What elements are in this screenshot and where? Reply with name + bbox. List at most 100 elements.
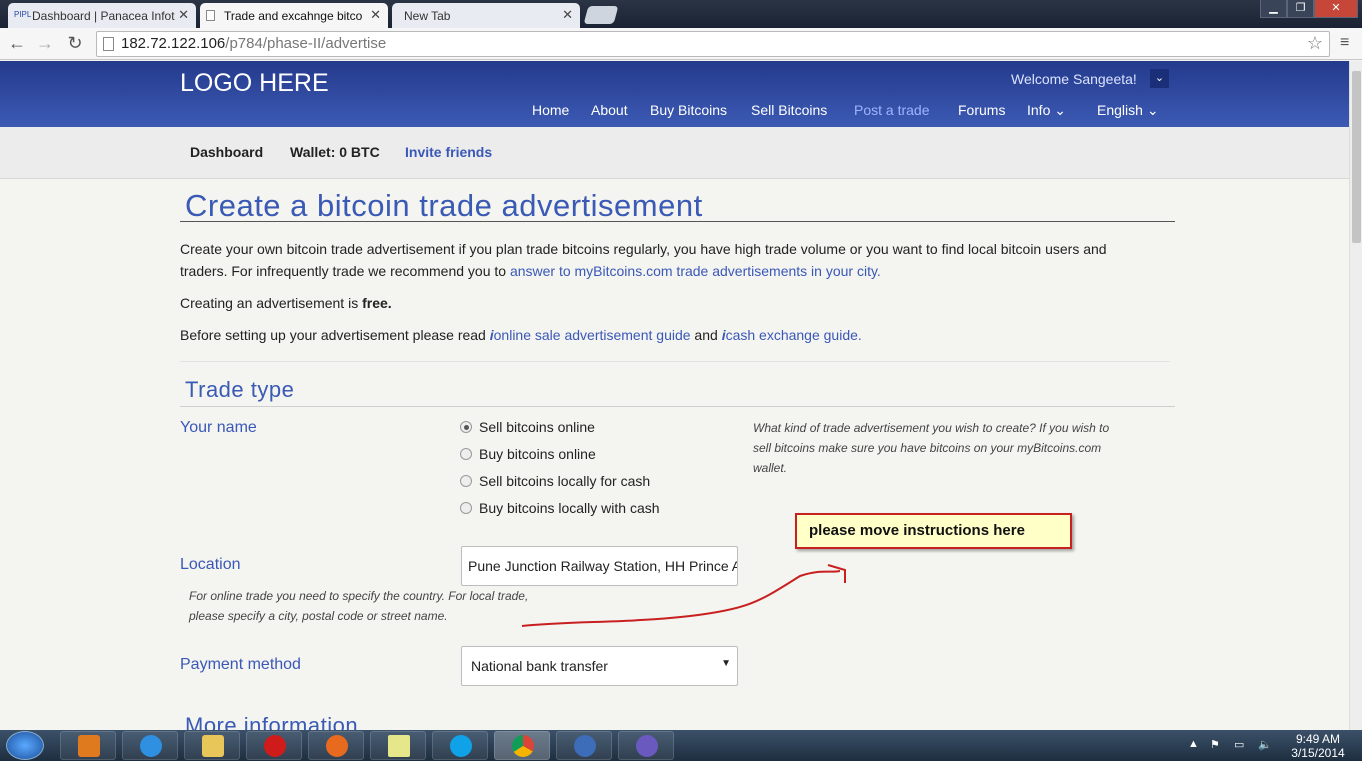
minimize-button[interactable]: ▁ — [1260, 0, 1287, 18]
scrollbar-thumb[interactable] — [1352, 71, 1361, 243]
welcome-text: Welcome Sangeeta! — [1011, 71, 1137, 87]
nav-info[interactable]: Info ⌄ — [1027, 102, 1066, 119]
sub-navigation: Dashboard Wallet: 0 BTC Invite friends — [0, 127, 1349, 179]
close-window-button[interactable]: ✕ — [1314, 0, 1358, 18]
clock-time: 9:49 AM — [1295, 732, 1341, 746]
your-name-label: Your name — [180, 419, 257, 436]
tab-dashboard[interactable]: PIPL Dashboard | Panacea Infot ✕ — [8, 3, 196, 28]
free-paragraph: Creating an advertisement is free. — [180, 292, 1180, 314]
skype-button[interactable] — [432, 731, 488, 760]
help-line: wallet. — [753, 461, 788, 475]
radio-button[interactable] — [460, 475, 472, 487]
menu-icon[interactable]: ≡ — [1340, 34, 1349, 52]
intro-paragraph: Create your own bitcoin trade advertisem… — [180, 238, 1180, 282]
site-logo[interactable]: LOGO HERE — [180, 69, 329, 98]
answer-ads-link[interactable]: answer to myBitcoins.com trade advertise… — [510, 263, 881, 279]
nav-post-a-trade[interactable]: Post a trade — [854, 102, 930, 118]
nav-buy-bitcoins[interactable]: Buy Bitcoins — [650, 102, 727, 118]
volume-icon[interactable]: 🔈 — [1258, 738, 1272, 751]
arrow-stroke — [521, 570, 841, 627]
tab-label: Dashboard | Panacea Infot — [32, 9, 175, 23]
pipl-favicon-icon: PIPL — [14, 10, 32, 19]
subnav-wallet[interactable]: Wallet: 0 BTC — [290, 144, 380, 160]
folder-icon — [202, 735, 224, 757]
trade-type-help: What kind of trade advertisement you wis… — [753, 418, 1153, 478]
chevron-down-icon: ⌄ — [1054, 102, 1066, 118]
instruction-note: please move instructions here — [795, 513, 1072, 549]
page-viewport: LOGO HERE Welcome Sangeeta! ⌄ Home About… — [0, 61, 1349, 730]
help-line: What kind of trade advertisement you wis… — [753, 421, 1110, 435]
nav-sell-bitcoins[interactable]: Sell Bitcoins — [751, 102, 827, 118]
subnav-invite-friends[interactable]: Invite friends — [405, 144, 492, 160]
online-sale-guide-link[interactable]: ionline sale advertisement guide — [490, 327, 691, 343]
tab-new[interactable]: New Tab ✕ — [392, 3, 580, 28]
nav-forums[interactable]: Forums — [958, 102, 1005, 118]
payment-method-label: Payment method — [180, 656, 301, 673]
radio-button[interactable] — [460, 448, 472, 460]
radio-button[interactable] — [460, 502, 472, 514]
app-icon — [636, 735, 658, 757]
guide-text: Before setting up your advertisement ple… — [180, 327, 490, 343]
free-text: Creating an advertisement is — [180, 295, 363, 311]
network-icon[interactable]: ▭ — [1234, 738, 1244, 751]
back-icon[interactable]: ← — [6, 33, 28, 54]
sticky-notes-button[interactable] — [370, 731, 426, 760]
nav-english-label: English — [1097, 102, 1143, 118]
tab-label: Trade and excahnge bitco — [224, 9, 363, 23]
help-line: sell bitcoins make sure you have bitcoin… — [753, 441, 1102, 455]
tab-trade[interactable]: Trade and excahnge bitco ✕ — [200, 3, 388, 28]
windows-taskbar: ▲ ⚑ ▭ 🔈 9:49 AM 3/15/2014 — [0, 730, 1362, 761]
page-icon — [103, 37, 114, 51]
address-toolbar: ← → ↻ 182.72.122.106/p784/phase-II/adver… — [0, 28, 1362, 60]
radio-button-selected[interactable] — [460, 421, 472, 433]
page-scrollbar[interactable] — [1349, 61, 1362, 730]
close-icon[interactable]: ✕ — [178, 7, 189, 23]
page-icon — [206, 10, 215, 21]
radio-label: Buy bitcoins locally with cash — [479, 500, 660, 516]
guide-paragraph: Before setting up your advertisement ple… — [180, 324, 1180, 346]
close-icon[interactable]: ✕ — [562, 7, 573, 23]
ie-button[interactable] — [122, 731, 178, 760]
subnav-dashboard[interactable]: Dashboard — [190, 144, 263, 160]
trade-type-heading: Trade type — [185, 377, 295, 402]
title-divider — [180, 221, 1175, 222]
media-player-button[interactable] — [60, 731, 116, 760]
address-path: /p784/phase-II/advertise — [225, 35, 387, 52]
nav-about[interactable]: About — [591, 102, 628, 118]
opera-button[interactable] — [246, 731, 302, 760]
bookmark-star-icon[interactable]: ☆ — [1307, 33, 1323, 54]
payment-method-select[interactable]: National bank transfer ▼ — [461, 646, 738, 686]
clock-date: 3/15/2014 — [1291, 746, 1345, 760]
close-icon[interactable]: ✕ — [370, 7, 381, 23]
action-center-icon[interactable]: ⚑ — [1210, 738, 1220, 751]
new-tab-button[interactable] — [583, 6, 619, 24]
system-clock[interactable]: 9:49 AM 3/15/2014 — [1288, 732, 1348, 760]
thunderbird-icon — [574, 735, 596, 757]
chrome-icon — [512, 735, 534, 757]
free-bold: free. — [362, 295, 392, 311]
reload-icon[interactable]: ↻ — [64, 33, 86, 54]
radio-label: Buy bitcoins online — [479, 446, 596, 462]
cash-exchange-guide-link[interactable]: icash exchange guide. — [722, 327, 862, 343]
nav-home[interactable]: Home — [532, 102, 569, 118]
address-host: 182.72.122.106 — [121, 35, 226, 52]
thunderbird-button[interactable] — [556, 731, 612, 760]
site-header: LOGO HERE Welcome Sangeeta! ⌄ Home About… — [0, 61, 1349, 127]
app-button[interactable] — [618, 731, 674, 760]
arrow-head — [827, 564, 846, 583]
chevron-down-icon[interactable]: ⌄ — [1150, 69, 1169, 88]
tab-label: New Tab — [404, 9, 451, 23]
nav-english[interactable]: English ⌄ — [1097, 102, 1159, 119]
opera-icon — [264, 735, 286, 757]
maximize-button[interactable]: ❐ — [1287, 0, 1314, 18]
show-hidden-icons[interactable]: ▲ — [1188, 738, 1199, 750]
chrome-button[interactable] — [494, 731, 550, 760]
radio-label: Sell bitcoins locally for cash — [479, 473, 651, 489]
forward-icon[interactable]: → — [34, 33, 56, 54]
address-input[interactable]: 182.72.122.106/p784/phase-II/advertise ☆ — [96, 31, 1330, 57]
firefox-button[interactable] — [308, 731, 364, 760]
sticky-notes-icon — [388, 735, 410, 757]
browser-tab-strip: PIPL Dashboard | Panacea Infot ✕ Trade a… — [0, 0, 1362, 28]
explorer-button[interactable] — [184, 731, 240, 760]
start-button[interactable] — [6, 731, 44, 760]
